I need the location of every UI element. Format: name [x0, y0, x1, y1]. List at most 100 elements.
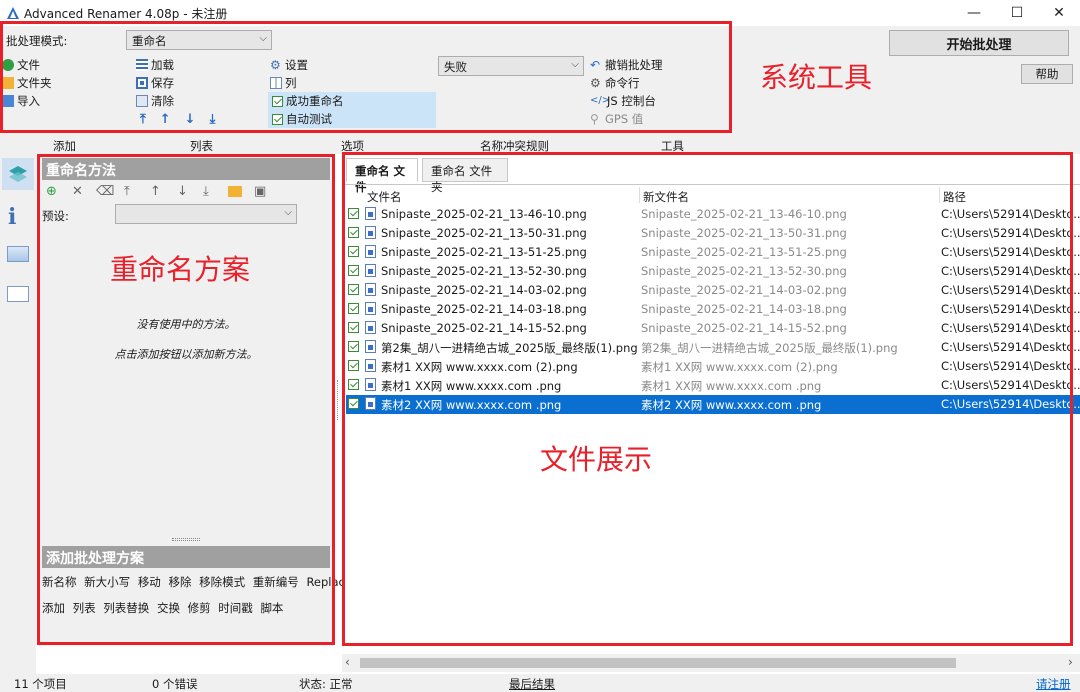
method-renumber[interactable]: 重新编号 [253, 575, 299, 589]
row-checkbox[interactable] [348, 265, 359, 276]
add-file-label: 文件 [17, 58, 40, 72]
table-row[interactable]: 素材2 XX网 www.xxxx.com .png 素材2 XX网 www.xxx… [346, 395, 1080, 414]
scroll-thumb[interactable] [360, 658, 956, 668]
row-checkbox[interactable] [348, 208, 359, 219]
gps-value-label: GPS 值 [605, 112, 644, 126]
columns-button[interactable]: 列 [270, 74, 297, 92]
table-row[interactable]: Snipaste_2025-02-21_13-51-25.png Snipaste… [346, 243, 1080, 262]
image-file-icon [365, 245, 376, 258]
row-checkbox[interactable] [348, 322, 359, 333]
table-row[interactable]: Snipaste_2025-02-21_14-15-52.png Snipaste… [346, 319, 1080, 338]
row-checkbox[interactable] [348, 341, 359, 352]
column-header-filename[interactable]: 文件名 [367, 189, 402, 205]
folder-icon [2, 77, 14, 89]
tab-divider [342, 184, 1080, 185]
table-row[interactable]: 第2集_胡八一进精绝古城_2025版_最终版(1).png 第2集_胡八一进精绝古… [346, 338, 1080, 357]
method-list-replace[interactable]: 列表替换 [103, 601, 149, 615]
method-move[interactable]: 移动 [138, 575, 161, 589]
column-header-newname[interactable]: 新文件名 [643, 189, 689, 205]
add-method-icon[interactable]: ⊕ [46, 184, 57, 199]
row-checkbox[interactable] [348, 284, 359, 295]
scroll-right-icon[interactable]: › [1068, 655, 1073, 669]
success-rename-toggle[interactable]: 成功重命名 [272, 92, 344, 110]
undo-batch-button[interactable]: ↶ 撤销批处理 [590, 56, 663, 74]
load-button[interactable]: 加载 [136, 56, 174, 74]
minimize-button[interactable]: — [951, 0, 997, 26]
method-add[interactable]: 添加 [42, 601, 65, 615]
row-checkbox[interactable] [348, 398, 359, 409]
cell-newname: Snipaste_2025-02-21_13-50-31.png [641, 226, 847, 240]
method-trim[interactable]: 修剪 [188, 601, 211, 615]
register-link[interactable]: 请注册 [1036, 676, 1071, 692]
batch-mode-select[interactable]: 重命名 ⌵ [126, 30, 272, 50]
layers-icon[interactable] [2, 158, 34, 190]
remove-method-icon[interactable]: ✕ [72, 184, 83, 199]
add-folder-button[interactable]: 文件夹 [2, 74, 52, 92]
js-console-button[interactable]: </> JS 控制台 [590, 92, 656, 110]
horizontal-scrollbar[interactable]: ‹ › [342, 654, 1080, 672]
move-down-icon[interactable]: ↓ [185, 112, 210, 127]
import-button[interactable]: 导入 [2, 92, 40, 110]
tab-rename-folders[interactable]: 重命名 文件夹 [422, 158, 508, 194]
help-button[interactable]: 帮助 [1021, 64, 1073, 84]
gps-value-button[interactable]: ⚲ GPS 值 [590, 110, 643, 128]
column-header-path[interactable]: 路径 [943, 189, 966, 205]
auto-test-toggle[interactable]: 自动测试 [272, 110, 332, 128]
move-up-icon[interactable]: ↑ [150, 184, 161, 199]
command-line-button[interactable]: ⚙ 命令行 [590, 74, 640, 92]
item-count: 11 个项目 [14, 677, 67, 691]
save-icon[interactable]: ▣ [254, 184, 266, 199]
table-row[interactable]: Snipaste_2025-02-21_13-52-30.png Snipaste… [346, 262, 1080, 281]
move-up-icon[interactable]: ↑ [160, 112, 185, 127]
methods-row-1: 新名称 新大小写 移动 移除 移除模式 重新编号 Replace [42, 574, 352, 590]
splitter-grip[interactable] [172, 538, 200, 541]
row-checkbox[interactable] [348, 303, 359, 314]
method-timestamp[interactable]: 时间戳 [218, 601, 253, 615]
method-remove-pattern[interactable]: 移除模式 [199, 575, 245, 589]
folder-outline-icon[interactable] [7, 286, 29, 302]
settings-button[interactable]: ⚙ 设置 [270, 56, 308, 74]
info-icon[interactable]: i [8, 204, 16, 230]
table-row[interactable]: Snipaste_2025-02-21_14-03-18.png Snipaste… [346, 300, 1080, 319]
maximize-button[interactable]: ☐ [994, 0, 1040, 26]
close-button[interactable]: ✕ [1036, 0, 1080, 26]
table-row[interactable]: Snipaste_2025-02-21_13-46-10.png Snipaste… [346, 205, 1080, 224]
table-row[interactable]: 素材1 XX网 www.xxxx.com .png 素材1 XX网 www.xxx… [346, 376, 1080, 395]
table-row[interactable]: 素材1 XX网 www.xxxx.com (2).png 素材1 XX网 www.… [346, 357, 1080, 376]
move-top-icon[interactable]: ⤒ [124, 184, 130, 199]
method-new-name[interactable]: 新名称 [42, 575, 77, 589]
table-row[interactable]: Snipaste_2025-02-21_14-03-02.png Snipaste… [346, 281, 1080, 300]
table-row[interactable]: Snipaste_2025-02-21_13-50-31.png Snipaste… [346, 224, 1080, 243]
preset-select[interactable]: ⌵ [115, 204, 297, 224]
tab-rename-files[interactable]: 重命名 文件 [346, 158, 418, 194]
move-top-icon[interactable]: ⤒ [140, 112, 160, 127]
clear-button[interactable]: 清除 [136, 92, 174, 110]
method-list[interactable]: 列表 [73, 601, 96, 615]
scroll-left-icon[interactable]: ‹ [345, 655, 350, 669]
add-file-button[interactable]: 文件 [2, 56, 40, 74]
start-batch-button[interactable]: 开始批处理 [889, 30, 1069, 56]
row-checkbox[interactable] [348, 246, 359, 257]
clear-label: 清除 [151, 94, 174, 108]
method-remove[interactable]: 移除 [168, 575, 191, 589]
section-labels: 添加 列表 选项 名称冲突规则 工具 [0, 136, 1080, 154]
image-icon[interactable] [7, 246, 29, 262]
row-checkbox[interactable] [348, 360, 359, 371]
conflict-select[interactable]: 失败 ⌵ [438, 56, 584, 76]
move-down-icon[interactable]: ↓ [177, 184, 188, 199]
method-script[interactable]: 脚本 [260, 601, 283, 615]
vertical-splitter[interactable] [337, 380, 340, 420]
move-bottom-icon[interactable]: ⤓ [210, 112, 230, 127]
save-button[interactable]: 保存 [136, 74, 174, 92]
last-result-link[interactable]: 最后结果 [509, 676, 555, 692]
cell-path: C:\Users\52914\Deskto... [941, 378, 1080, 392]
annotation-file-display: 文件展示 [540, 443, 653, 476]
method-new-case[interactable]: 新大小写 [84, 575, 130, 589]
delete-all-icon[interactable]: ⌫ [96, 184, 114, 199]
move-bottom-icon[interactable]: ⤓ [203, 184, 209, 199]
open-folder-icon[interactable] [228, 186, 242, 197]
cell-path: C:\Users\52914\Deskto... [941, 283, 1080, 297]
row-checkbox[interactable] [348, 227, 359, 238]
row-checkbox[interactable] [348, 379, 359, 390]
method-swap[interactable]: 交换 [157, 601, 180, 615]
